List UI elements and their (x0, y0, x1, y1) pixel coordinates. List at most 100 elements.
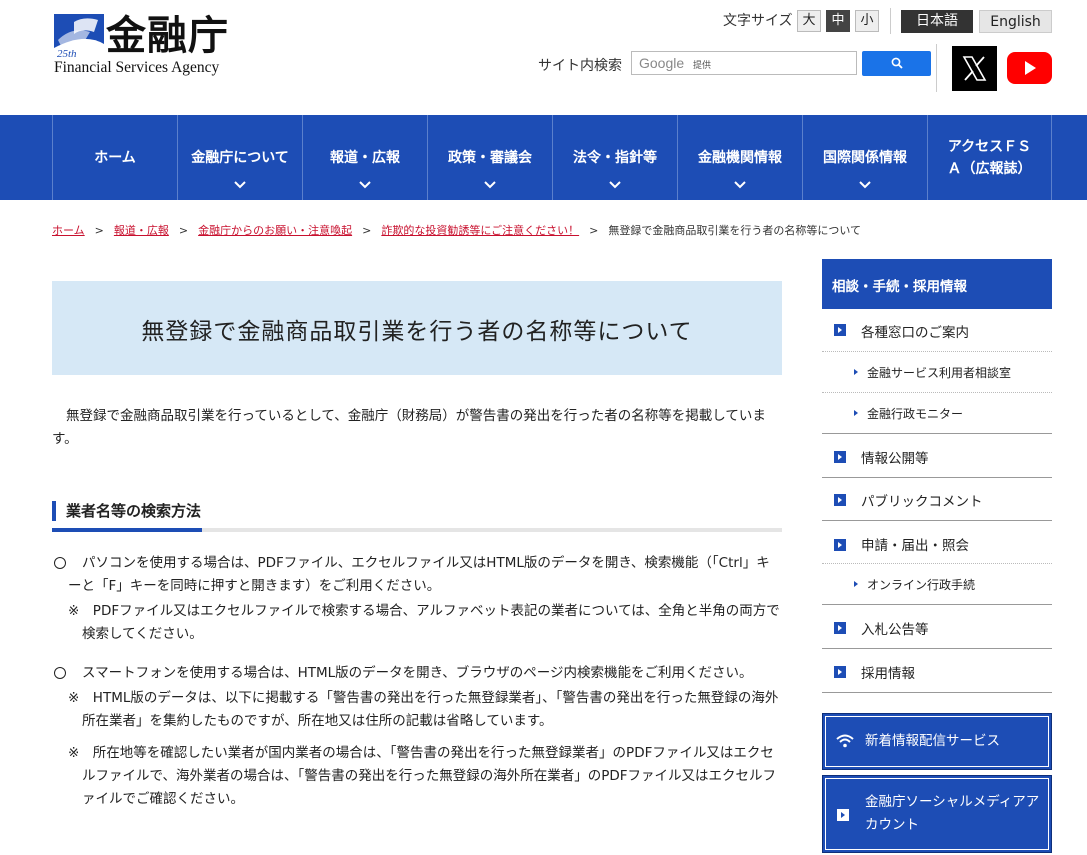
nav-label: 法令・指針等 (573, 150, 657, 166)
global-nav: ホーム 金融庁について 報道・広報 政策・審議会 法令・指針等 金融機関情報 国… (0, 115, 1087, 200)
search-label: サイト内検索 (538, 58, 622, 74)
breadcrumb-notices[interactable]: 金融庁からのお願い・注意喚起 (198, 224, 352, 237)
arrow-square-icon (834, 666, 846, 678)
sidebar-item-label: 金融行政モニター (867, 407, 964, 421)
bullet-pc: パソコンを使用する場合は、PDFファイル、エクセルファイル又はHTML版のデータ… (68, 555, 770, 594)
note-address: ※ 所在地等を確認したい業者が国内業者の場合は、「警告書の発出を行った無登録業者… (68, 745, 777, 807)
breadcrumb-current: 無登録で金融商品取引業を行う者の名称等について (608, 224, 861, 237)
lang-english-button[interactable]: English (979, 10, 1052, 33)
sidebar-item-online-procedures[interactable]: オンライン行政手続 (822, 564, 1052, 605)
circle-bullet-icon (54, 667, 66, 679)
fontsize-medium-button[interactable]: 中 (826, 10, 850, 32)
nav-access-fsa[interactable]: アクセスＦＳＡ（広報誌） (927, 115, 1052, 200)
nav-label: アクセスＦＳＡ（広報誌） (947, 139, 1032, 177)
sidebar-item-label: 入札公告等 (861, 622, 929, 638)
arrow-square-icon (834, 451, 846, 463)
sidebar-item-label: 申請・届出・照会 (861, 538, 969, 554)
sidebar-item-disclosure[interactable]: 情報公開等 (822, 434, 1052, 478)
chevron-down-icon (234, 181, 246, 189)
x-logo-icon (962, 56, 987, 81)
breadcrumb-home[interactable]: ホーム (52, 224, 85, 237)
chevron-down-icon (359, 181, 371, 189)
breadcrumb-separator: > (362, 224, 372, 237)
sidebar-item-label: 情報公開等 (861, 451, 929, 467)
sidebar-item-monitor[interactable]: 金融行政モニター (822, 393, 1052, 434)
note-html: ※ HTML版のデータは、以下に掲載する「警告書の発出を行った無登録業者」、「警… (68, 690, 779, 729)
chevron-down-icon (484, 181, 496, 189)
search-button[interactable] (862, 51, 931, 76)
google-label: Google (639, 55, 685, 71)
social-media-button[interactable]: 金融庁ソーシャルメディアアカウント (822, 775, 1052, 853)
rss-wifi-icon (836, 734, 854, 748)
circle-bullet-icon (54, 557, 66, 569)
breadcrumb-fraud-warning[interactable]: 詐欺的な投資勧誘等にご注意ください！ (381, 224, 579, 237)
arrow-right-icon (854, 410, 858, 416)
social-media-label: 金融庁ソーシャルメディアアカウント (865, 794, 1040, 833)
page-title-box: 無登録で金融商品取引業を行う者の名称等について (52, 281, 782, 375)
chevron-down-icon (734, 181, 746, 189)
sidebar-item-label: 金融サービス利用者相談室 (867, 366, 1012, 380)
sidebar-item-user-consultation[interactable]: 金融サービス利用者相談室 (822, 352, 1052, 393)
nav-label: 金融機関情報 (698, 150, 782, 166)
nav-press[interactable]: 報道・広報 (302, 115, 427, 200)
rss-service-button[interactable]: 新着情報配信サービス (822, 713, 1052, 770)
fontsize-large-button[interactable]: 大 (797, 10, 821, 32)
breadcrumb-separator: > (178, 224, 189, 237)
nav-international[interactable]: 国際関係情報 (802, 115, 927, 200)
sidebar-heading: 相談・手続・採用情報 (822, 259, 1052, 309)
intro-text: 無登録で金融商品取引業を行っているとして、金融庁（財務局）が警告書の発出を行った… (52, 408, 766, 447)
section-title: 業者名等の検索方法 (66, 502, 202, 520)
logo-subtitle: Financial Services Agency (54, 59, 220, 76)
heading-bar (52, 501, 56, 521)
nav-label: 報道・広報 (330, 150, 400, 166)
sidebar-item-public-comment[interactable]: パブリックコメント (822, 478, 1052, 521)
nav-policy[interactable]: 政策・審議会 (427, 115, 552, 200)
nav-label: ホーム (94, 150, 136, 166)
youtube-play-icon (1025, 61, 1036, 75)
arrow-right-icon (854, 369, 858, 375)
arrow-right-icon (854, 581, 858, 587)
sidebar-item-recruitment[interactable]: 採用情報 (822, 649, 1052, 693)
sidebar-item-contacts[interactable]: 各種窓口のご案内 (822, 309, 1052, 352)
nav-about[interactable]: 金融庁について (177, 115, 302, 200)
lang-japanese-button[interactable]: 日本語 (901, 10, 973, 33)
search-input[interactable]: Google 提供 (631, 51, 857, 75)
breadcrumb-separator: > (94, 224, 104, 237)
heading-underline-accent (52, 528, 202, 532)
arrow-square-icon (834, 539, 846, 551)
sidebar-item-tenders[interactable]: 入札公告等 (822, 605, 1052, 649)
fontsize-small-button[interactable]: 小 (855, 10, 879, 32)
nav-laws[interactable]: 法令・指針等 (552, 115, 677, 200)
arrow-square-icon (834, 324, 846, 336)
sidebar-item-label: 採用情報 (861, 666, 915, 682)
x-twitter-link[interactable] (952, 46, 997, 91)
breadcrumb-press[interactable]: 報道・広報 (114, 224, 169, 237)
arrow-square-icon (834, 622, 846, 634)
divider (890, 8, 891, 34)
section-heading: 業者名等の検索方法 (52, 498, 782, 534)
logo-title: 金融庁 (106, 12, 229, 59)
chevron-down-icon (609, 181, 621, 189)
youtube-link[interactable] (1007, 52, 1052, 84)
note-pc: ※ PDFファイル又はエクセルファイルで検索する場合、アルファベット表記の業者に… (68, 603, 780, 642)
nav-label: 金融庁について (191, 150, 289, 166)
sidebar-item-label: パブリックコメント (861, 494, 983, 510)
search-icon (891, 57, 903, 69)
nav-home[interactable]: ホーム (52, 115, 177, 200)
sidebar-item-applications[interactable]: 申請・届出・照会 (822, 521, 1052, 564)
site-logo[interactable]: 25th 金融庁 Financial Services Agency (54, 12, 244, 78)
google-provided-label: 提供 (693, 61, 712, 71)
arrow-square-icon (837, 809, 849, 821)
fontsize-label: 文字サイズ (723, 13, 793, 29)
nav-institutions[interactable]: 金融機関情報 (677, 115, 802, 200)
rss-service-label: 新着情報配信サービス (865, 733, 1000, 749)
sidebar-item-label: 各種窓口のご案内 (861, 325, 969, 341)
nav-label: 国際関係情報 (823, 150, 907, 166)
sidebar-item-label: オンライン行政手続 (867, 578, 976, 592)
chevron-down-icon (859, 181, 871, 189)
nav-label: 政策・審議会 (448, 150, 532, 166)
fsa-emblem-icon: 25th (54, 14, 104, 60)
bullet-smartphone: スマートフォンを使用する場合は、HTML版のデータを開き、ブラウザのページ内検索… (82, 665, 753, 681)
divider (936, 44, 937, 92)
breadcrumb-separator: > (589, 224, 599, 237)
